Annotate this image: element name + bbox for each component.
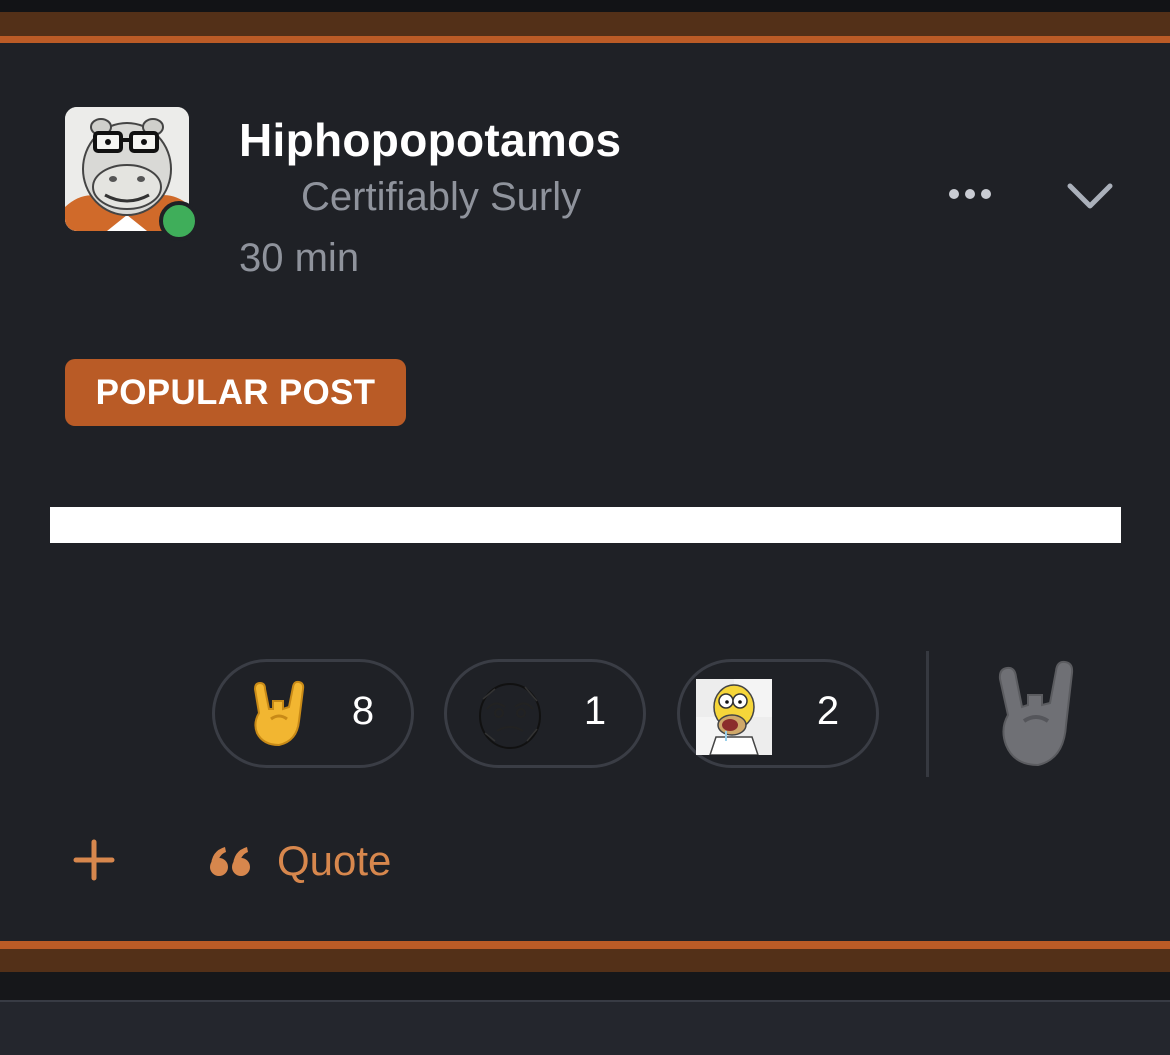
author-name[interactable]: Hiphopopotamos [239,113,621,167]
reaction-count: 1 [583,689,607,733]
rock-on-hand-icon [243,679,313,749]
reaction-count: 2 [816,689,840,733]
quote-button[interactable]: Quote [209,834,391,888]
reaction-pill-rock-on[interactable]: 8 [212,659,414,768]
reaction-pill-homer[interactable]: 2 [677,659,879,768]
homer-drool-icon [696,679,772,756]
quote-label: Quote [277,837,392,884]
quote-icon [209,843,253,879]
popular-post-badge: POPULAR POST [65,359,406,426]
post-timestamp[interactable]: 30 min [239,236,359,281]
below-post-area [0,972,1170,1000]
bottom-bar [0,1002,1170,1055]
ellipsis-icon[interactable] [944,176,996,212]
rock-on-hand-gray-icon[interactable] [994,659,1076,769]
reactions-divider [926,651,929,777]
plus-icon[interactable] [70,836,118,884]
post-content [50,507,1121,543]
post-top-band [0,12,1170,36]
author-title: Certifiably Surly [301,175,582,219]
chevron-down-icon[interactable] [1064,178,1116,214]
top-edge [0,0,1170,12]
online-status-indicator [159,201,199,241]
post-bottom-band [0,949,1170,972]
post-top-accent-line [0,36,1170,43]
post-bottom-accent-line [0,941,1170,949]
sketch-face-icon [475,679,545,749]
reaction-count: 8 [351,689,375,733]
author-avatar[interactable] [65,107,199,241]
reaction-pill-sketch-face[interactable]: 1 [444,659,646,768]
